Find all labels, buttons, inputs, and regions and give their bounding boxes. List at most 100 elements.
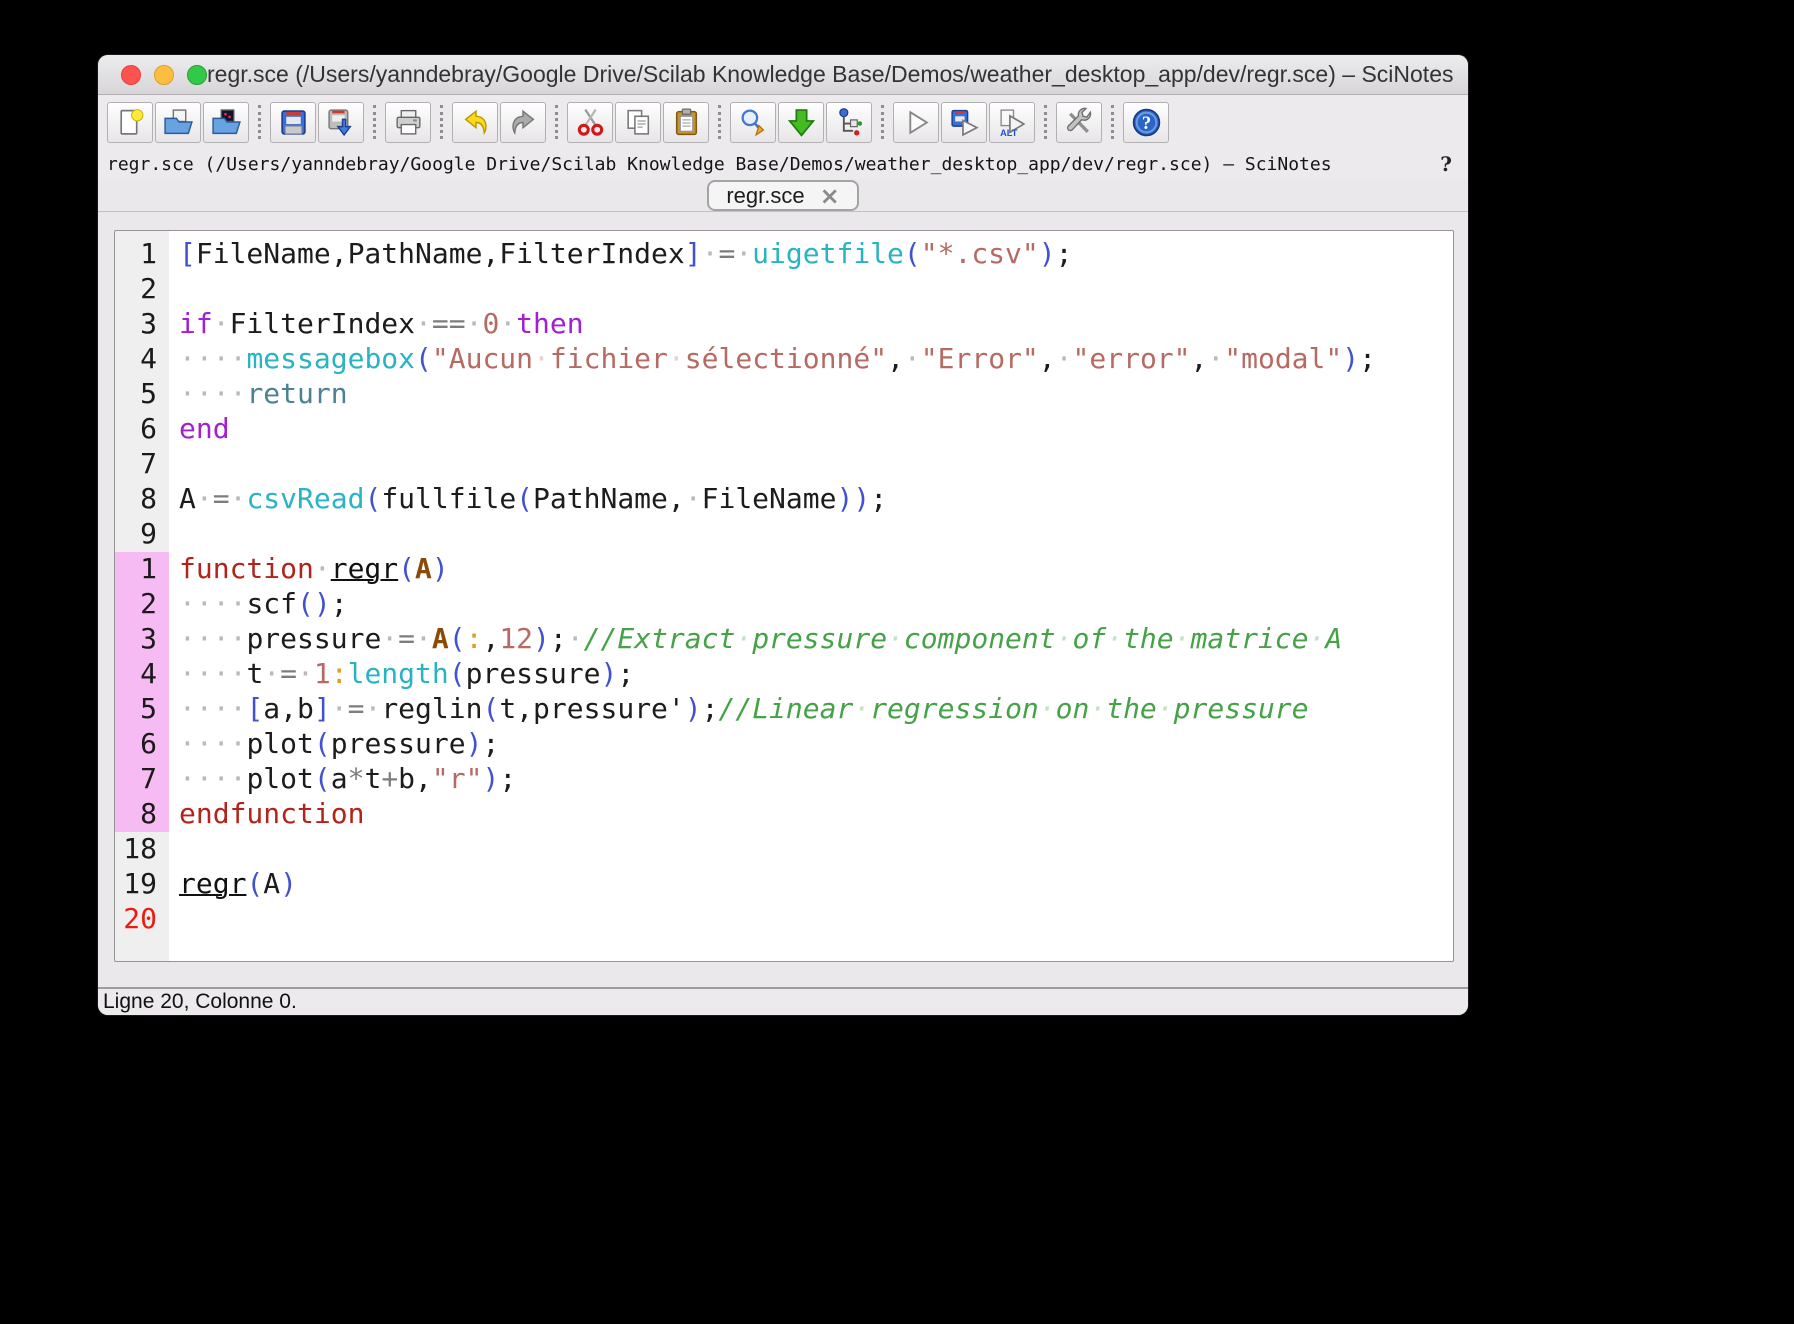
code-text: ····[a,b]·=·reglin(t,pressure');//Linear… (179, 692, 1309, 725)
line-number: 3 (140, 307, 157, 340)
tab-regr-sce[interactable]: regr.sce × (707, 180, 859, 211)
copy-icon (623, 107, 654, 138)
code-line[interactable]: 9 (115, 517, 1453, 552)
code-line[interactable]: 18 (115, 832, 1453, 867)
undo-icon (460, 107, 491, 138)
line-number: 5 (115, 692, 169, 727)
code-line[interactable]: 7 ····plot(a*t+b,"r"); (115, 762, 1453, 797)
help-question-icon[interactable]: ? (1440, 152, 1452, 176)
svg-text:ALT: ALT (1000, 127, 1018, 137)
help-button[interactable]: ? (1123, 101, 1169, 143)
code-text: ····t·=·1:length(pressure); (179, 657, 635, 690)
code-line[interactable]: 4 ····messagebox("Aucun·fichier·sélection… (115, 342, 1453, 377)
line-number: 5 (140, 377, 157, 410)
code-line[interactable]: 8 A·=·csvRead(fullfile(PathName,·FileName… (115, 482, 1453, 517)
code-text: ····pressure·=·A(:,12);·//Extract·pressu… (179, 622, 1343, 655)
code-text: end (179, 412, 230, 445)
minimize-window-button[interactable] (154, 64, 174, 85)
open-in-scilab-button[interactable] (203, 101, 249, 143)
code-line[interactable]: 1 [FileName,PathName,FilterIndex]·=·uiget… (115, 237, 1453, 272)
save-as-button[interactable] (318, 101, 364, 143)
toolbar-separator (1111, 105, 1114, 139)
code-text: ····plot(pressure); (179, 727, 500, 760)
code-line[interactable]: 1 function·regr(A) (115, 552, 1453, 587)
preferences-button[interactable] (1056, 101, 1102, 143)
find-replace-button[interactable] (730, 101, 776, 143)
window-title: regr.sce (/Users/yanndebray/Google Drive… (207, 61, 1454, 87)
code-text: [FileName,PathName,FilterIndex]·=·uigetf… (179, 237, 1073, 270)
code-line[interactable]: 4 ····t·=·1:length(pressure); (115, 657, 1453, 692)
zoom-window-button[interactable] (187, 64, 207, 85)
copy-button[interactable] (615, 101, 661, 143)
traffic-lights (121, 64, 207, 85)
tab-bar: regr.sce × (98, 179, 1468, 212)
status-text: Ligne 20, Colonne 0. (103, 990, 297, 1013)
line-number: 9 (140, 517, 157, 550)
execute-no-echo-button[interactable]: ALT (989, 101, 1035, 143)
save-and-execute-button[interactable] (941, 101, 987, 143)
line-number: 2 (115, 587, 169, 622)
code-text: endfunction (179, 797, 365, 830)
line-number: 2 (140, 272, 157, 305)
save-as-icon (326, 107, 357, 138)
find-icon (738, 107, 769, 138)
code-text: ····messagebox("Aucun·fichier·sélectionn… (179, 342, 1376, 375)
open-file-icon (163, 107, 194, 138)
line-number: 6 (115, 727, 169, 762)
play-alt-icon: ALT (997, 107, 1028, 138)
document-path: regr.sce (/Users/yanndebray/Google Drive… (107, 153, 1332, 175)
line-number: 19 (123, 867, 157, 900)
load-into-scilab-button[interactable] (778, 101, 824, 143)
code-line[interactable]: 6 end (115, 412, 1453, 447)
save-button[interactable] (270, 101, 316, 143)
code-line[interactable]: 8 endfunction (115, 797, 1453, 832)
save-icon (278, 107, 309, 138)
undo-button[interactable] (452, 101, 498, 143)
redo-icon (508, 107, 539, 138)
code-navigator-button[interactable] (826, 101, 872, 143)
toolbar-separator (555, 105, 558, 139)
load-icon (786, 107, 817, 138)
code-text: if·FilterIndex·==·0·then (179, 307, 584, 340)
redo-button[interactable] (500, 101, 546, 143)
line-number: 3 (115, 622, 169, 657)
close-window-button[interactable] (121, 64, 141, 85)
status-bar: Ligne 20, Colonne 0. (98, 987, 1468, 1015)
code-line[interactable]: 5 ····[a,b]·=·reglin(t,pressure');//Linea… (115, 692, 1453, 727)
line-number: 8 (140, 482, 157, 515)
open-file-button[interactable] (155, 101, 201, 143)
code-line[interactable]: 6 ····plot(pressure); (115, 727, 1453, 762)
new-file-button[interactable] (107, 101, 153, 143)
code-line[interactable]: 20 (115, 902, 1453, 937)
code-line[interactable]: 7 (115, 447, 1453, 482)
play-icon (901, 107, 932, 138)
code-line[interactable]: 3 if·FilterIndex·==·0·then (115, 307, 1453, 342)
print-button[interactable] (385, 101, 431, 143)
code-line[interactable]: 2 (115, 272, 1453, 307)
toolbar-separator (881, 105, 884, 139)
code-text: ····scf(); (179, 587, 348, 620)
tab-close-icon[interactable]: × (820, 184, 840, 208)
code-text: ····return (179, 377, 348, 410)
code-line[interactable]: 3 ····pressure·=·A(:,12);·//Extract·press… (115, 622, 1453, 657)
titlebar: regr.sce (/Users/yanndebray/Google Drive… (98, 55, 1468, 95)
screen: regr.sce (/Users/yanndebray/Google Drive… (0, 0, 1794, 1324)
line-number: 18 (123, 832, 157, 865)
scinotes-window: regr.sce (/Users/yanndebray/Google Drive… (98, 55, 1468, 1015)
code-line[interactable]: 2 ····scf(); (115, 587, 1453, 622)
line-number: 7 (115, 762, 169, 797)
code-line[interactable]: 19 regr(A) (115, 867, 1453, 902)
toolbar-separator (1044, 105, 1047, 139)
code-editor[interactable]: 1 [FileName,PathName,FilterIndex]·=·uiget… (114, 230, 1454, 962)
toolbar: ALT? (98, 95, 1468, 149)
paste-button[interactable] (663, 101, 709, 143)
code-line[interactable]: 5 ····return (115, 377, 1453, 412)
line-number: 1 (115, 552, 169, 587)
cut-button[interactable] (567, 101, 613, 143)
execute-button[interactable] (893, 101, 939, 143)
open-dark-icon (211, 107, 242, 138)
